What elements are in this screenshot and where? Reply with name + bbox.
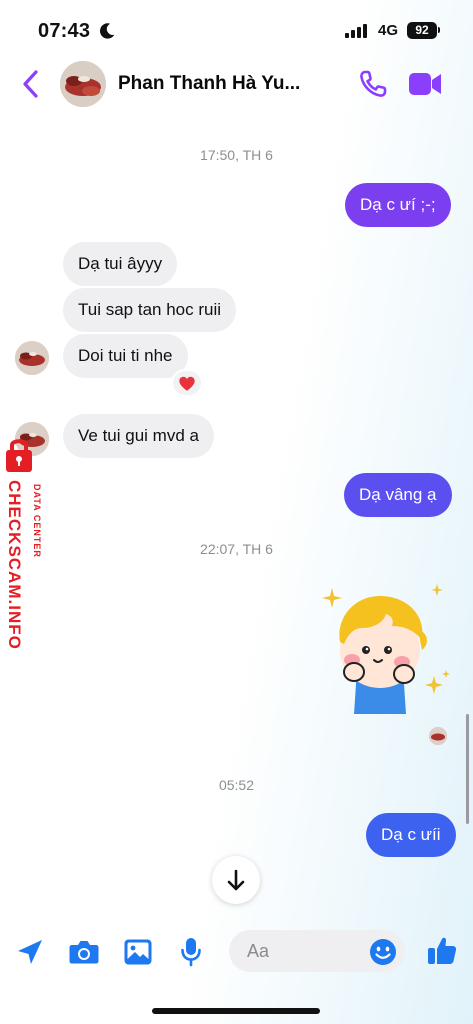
scrollbar[interactable] (466, 714, 469, 824)
battery-indicator: 92 (407, 22, 437, 39)
composer-bar (0, 920, 473, 982)
emoji-icon[interactable] (369, 938, 397, 966)
boy-sticker-image[interactable] (322, 580, 452, 720)
microphone-icon[interactable] (180, 936, 202, 968)
outgoing-message[interactable]: Dạ c ưíi (366, 813, 456, 857)
avatar-photo (429, 727, 447, 745)
contact-name[interactable]: Phan Thanh Hà Yu... (118, 73, 300, 95)
battery-nub (438, 27, 440, 33)
lock-icon (6, 439, 32, 472)
status-bar: 07:43 4G 92 (0, 0, 473, 56)
avatar-photo (60, 61, 106, 107)
avatar-photo (15, 341, 49, 375)
incoming-message[interactable]: Ve tui gui mvd a (63, 414, 214, 458)
outgoing-message[interactable]: Dạ c ưí ;-; (345, 183, 451, 227)
contact-avatar-small (15, 341, 49, 375)
arrow-down-icon (227, 869, 245, 891)
back-arrow-icon[interactable] (18, 68, 44, 100)
watermark-brand: CHECKSCAM.INFO (5, 480, 24, 650)
contact-avatar[interactable] (60, 61, 106, 107)
home-indicator (152, 1008, 320, 1014)
phone-call-icon[interactable] (358, 69, 388, 99)
video-call-icon[interactable] (408, 71, 442, 97)
watermark: CHECKSCAM.INFO DATA CENTER (0, 432, 52, 672)
signal-icon (345, 24, 367, 38)
read-receipt-avatar (429, 727, 447, 745)
chat-header: Phan Thanh Hà Yu... (0, 56, 473, 118)
moon-icon (100, 23, 115, 39)
incoming-message[interactable]: Dạ tui âyyy (63, 242, 178, 286)
camera-icon[interactable] (68, 938, 100, 966)
status-time: 07:43 (38, 20, 91, 42)
timestamp: 17:50, TH 6 (200, 147, 273, 163)
location-arrow-icon[interactable] (16, 938, 44, 966)
timestamp: 22:07, TH 6 (200, 541, 273, 557)
outgoing-message[interactable]: Dạ vâng ạ (344, 473, 452, 517)
timestamp: 05:52 (218, 777, 255, 793)
incoming-message[interactable]: Doi tui ti nhe (63, 334, 188, 378)
network-label: 4G (378, 22, 399, 39)
heart-icon (179, 376, 195, 391)
incoming-message[interactable]: Tui sap tan hoc ruii (63, 288, 236, 332)
image-gallery-icon[interactable] (123, 938, 153, 966)
scroll-to-bottom-button[interactable] (212, 856, 260, 904)
thumbs-up-icon[interactable] (426, 935, 458, 967)
watermark-subtitle: DATA CENTER (32, 484, 42, 558)
heart-reaction[interactable] (171, 369, 203, 397)
